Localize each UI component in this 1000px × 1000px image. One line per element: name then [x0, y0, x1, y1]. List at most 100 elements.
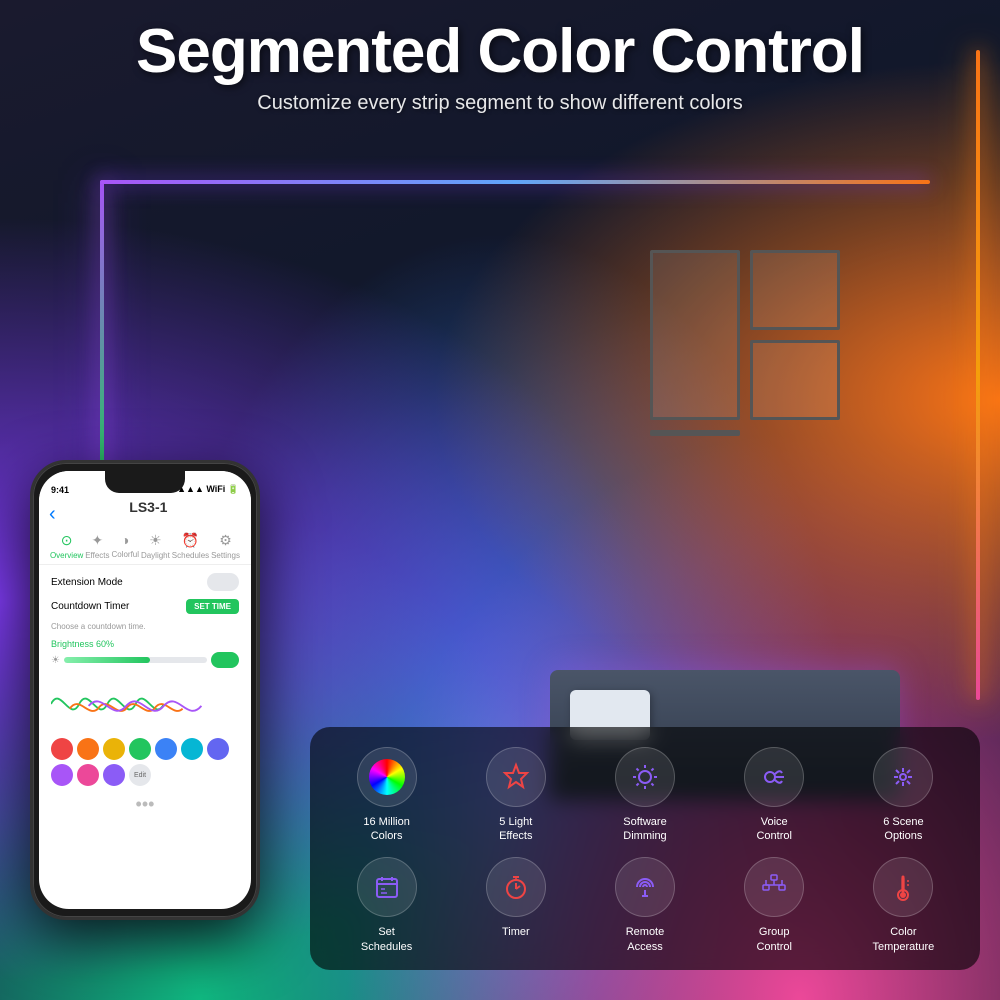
phone-tab-colorful[interactable]: ◑ Colorful	[111, 532, 139, 560]
feature-temp: ColorTemperature	[843, 857, 964, 954]
color-pink[interactable]	[77, 764, 99, 786]
color-indigo[interactable]	[207, 738, 229, 760]
features-grid: 16 MillionColors 5 LightEffects	[326, 747, 964, 954]
phone-notch	[105, 471, 185, 493]
phone-screen: 9:41 ▲▲▲ WiFi 🔋 ‹ LS3-1 ⊙ Overview ✦ Eff…	[39, 471, 251, 909]
wall-light-right	[976, 50, 980, 700]
effects-icon: ✦	[92, 532, 104, 549]
feature-icon-colors	[357, 747, 417, 807]
picture-frames	[650, 250, 840, 436]
wave-chart	[51, 674, 239, 734]
feature-label-group: GroupControl	[756, 925, 791, 954]
phone-app-header: ‹ LS3-1 ⊙ Overview ✦ Effects ◑ Colorful	[39, 499, 251, 565]
feature-icon-scenes	[873, 747, 933, 807]
phone-tab-daylight[interactable]: ☀ Daylight	[141, 532, 170, 560]
color-wheel-icon	[369, 759, 405, 795]
brightness-value: 60%	[96, 639, 114, 649]
phone-bottom-dots: •••	[51, 794, 239, 815]
schedules-icon	[371, 871, 403, 903]
feature-schedules: SetSchedules	[326, 857, 447, 954]
countdown-timer-row: Countdown Timer SET TIME	[51, 599, 239, 614]
phone-signal: ▲▲▲ WiFi 🔋	[177, 484, 239, 495]
color-yellow[interactable]	[103, 738, 125, 760]
picture-frame-4	[650, 430, 740, 436]
feature-voice: VoiceControl	[714, 747, 835, 844]
feature-dimming: SoftwareDimming	[584, 747, 705, 844]
feature-label-colors: 16 MillionColors	[363, 815, 409, 844]
phone-tab-settings[interactable]: ⚙ Settings	[211, 532, 240, 560]
color-red[interactable]	[51, 738, 73, 760]
header: Segmented Color Control Customize every …	[0, 18, 1000, 115]
feature-icon-temp	[873, 857, 933, 917]
phone: 9:41 ▲▲▲ WiFi 🔋 ‹ LS3-1 ⊙ Overview ✦ Eff…	[30, 460, 260, 920]
color-violet[interactable]	[103, 764, 125, 786]
feature-icon-dimming	[615, 747, 675, 807]
feature-group: GroupControl	[714, 857, 835, 954]
overview-icon: ⊙	[61, 532, 73, 549]
settings-icon: ⚙	[219, 532, 232, 549]
star-icon	[500, 761, 532, 793]
features-panel: 16 MillionColors 5 LightEffects	[310, 727, 980, 970]
color-orange[interactable]	[77, 738, 99, 760]
feature-scenes: 6 SceneOptions	[843, 747, 964, 844]
picture-frame-1	[750, 250, 840, 330]
daylight-icon: ☀	[149, 532, 162, 549]
phone-content: Extension Mode Countdown Timer SET TIME …	[39, 565, 251, 823]
phone-tab-effects[interactable]: ✦ Effects	[85, 532, 109, 560]
group-icon	[758, 871, 790, 903]
extension-mode-row: Extension Mode	[51, 573, 239, 591]
feature-label-timer: Timer	[502, 925, 530, 939]
dimming-icon	[629, 761, 661, 793]
edit-colors-button[interactable]: Edit	[129, 764, 151, 786]
feature-5-effects: 5 LightEffects	[455, 747, 576, 844]
phone-container: 9:41 ▲▲▲ WiFi 🔋 ‹ LS3-1 ⊙ Overview ✦ Eff…	[30, 460, 260, 920]
feature-label-temp: ColorTemperature	[873, 925, 935, 954]
remote-icon	[629, 871, 661, 903]
temperature-icon	[887, 871, 919, 903]
feature-remote: RemoteAccess	[584, 857, 705, 954]
brightness-label: Brightness 60%	[51, 639, 239, 649]
sub-title: Customize every strip segment to show di…	[0, 92, 1000, 115]
set-time-button[interactable]: SET TIME	[186, 599, 239, 614]
phone-time: 9:41	[51, 485, 69, 495]
phone-tab-overview[interactable]: ⊙ Overview	[50, 532, 83, 560]
color-cyan[interactable]	[181, 738, 203, 760]
feature-label-effects: 5 LightEffects	[499, 815, 532, 844]
scenes-icon	[887, 761, 919, 793]
feature-label-dimming: SoftwareDimming	[623, 815, 666, 844]
extension-mode-toggle[interactable]	[207, 573, 239, 591]
phone-device-name: LS3-1	[56, 499, 241, 515]
feature-timer: Timer	[455, 857, 576, 954]
picture-frame-3	[750, 340, 840, 420]
phone-tabs: ⊙ Overview ✦ Effects ◑ Colorful ☀ Daylig…	[49, 532, 241, 560]
feature-icon-remote	[615, 857, 675, 917]
brightness-fill	[64, 657, 150, 663]
phone-tab-schedules[interactable]: ⏰ Schedules	[172, 532, 209, 560]
countdown-hint: Choose a countdown time.	[51, 622, 239, 631]
feature-label-schedules: SetSchedules	[361, 925, 412, 954]
wall-light-top	[100, 180, 930, 184]
feature-icon-timer	[486, 857, 546, 917]
feature-label-scenes: 6 SceneOptions	[883, 815, 923, 844]
sun-icon: ☀	[51, 655, 60, 666]
feature-16m-colors: 16 MillionColors	[326, 747, 447, 844]
extension-mode-label: Extension Mode	[51, 577, 123, 588]
feature-label-remote: RemoteAccess	[626, 925, 665, 954]
color-purple[interactable]	[51, 764, 73, 786]
brightness-toggle[interactable]	[211, 652, 239, 668]
brightness-bar[interactable]	[64, 657, 207, 663]
colorful-icon: ◑	[121, 532, 129, 548]
brightness-row: Brightness 60% ☀	[51, 639, 239, 668]
feature-icon-voice	[744, 747, 804, 807]
feature-label-voice: VoiceControl	[756, 815, 791, 844]
picture-frame-2	[650, 250, 740, 420]
voice-icon	[758, 761, 790, 793]
brightness-control: ☀	[51, 652, 239, 668]
color-blue[interactable]	[155, 738, 177, 760]
feature-icon-schedules	[357, 857, 417, 917]
countdown-timer-label: Countdown Timer	[51, 601, 129, 612]
phone-back-button[interactable]: ‹	[49, 503, 56, 526]
timer-icon	[500, 871, 532, 903]
feature-icon-effects	[486, 747, 546, 807]
color-green[interactable]	[129, 738, 151, 760]
